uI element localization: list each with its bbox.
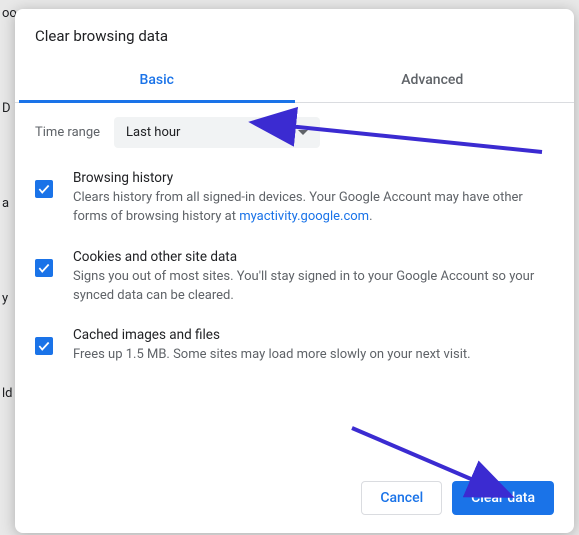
tab-basic[interactable]: Basic <box>19 60 295 103</box>
check-icon <box>37 261 51 275</box>
checkbox-cookies[interactable] <box>35 259 53 277</box>
checkbox-browsing-history[interactable] <box>35 180 53 198</box>
dialog-content: Time range Last hour Browsing history Cl… <box>15 103 574 463</box>
option-description: Frees up 1.5 MB. Some sites may load mor… <box>73 346 552 365</box>
option-description: Clears history from all signed-in device… <box>73 189 552 227</box>
option-browsing-history: Browsing history Clears history from all… <box>35 170 554 227</box>
dialog-title: Clear browsing data <box>15 9 574 59</box>
time-range-row: Time range Last hour <box>35 117 554 148</box>
option-description: Signs you out of most sites. You'll stay… <box>73 268 552 306</box>
time-range-select[interactable]: Last hour <box>114 117 320 148</box>
option-cookies: Cookies and other site data Signs you ou… <box>35 249 554 306</box>
option-title: Cookies and other site data <box>73 249 552 265</box>
check-icon <box>37 182 51 196</box>
check-icon <box>37 339 51 353</box>
myactivity-link[interactable]: myactivity.google.com <box>239 209 369 224</box>
option-title: Cached images and files <box>73 327 552 343</box>
tab-advanced[interactable]: Advanced <box>295 60 571 103</box>
option-cache: Cached images and files Frees up 1.5 MB.… <box>35 327 554 365</box>
time-range-label: Time range <box>35 125 100 140</box>
clear-data-button[interactable]: Clear data <box>452 481 554 515</box>
checkbox-cache[interactable] <box>35 337 53 355</box>
time-range-value: Last hour <box>126 125 180 140</box>
dialog-actions: Cancel Clear data <box>15 463 574 533</box>
clear-browsing-data-dialog: Clear browsing data Basic Advanced Time … <box>15 9 574 533</box>
tabs: Basic Advanced <box>15 59 574 103</box>
cancel-button[interactable]: Cancel <box>361 481 442 515</box>
chevron-down-icon <box>298 130 308 135</box>
option-title: Browsing history <box>73 170 552 186</box>
